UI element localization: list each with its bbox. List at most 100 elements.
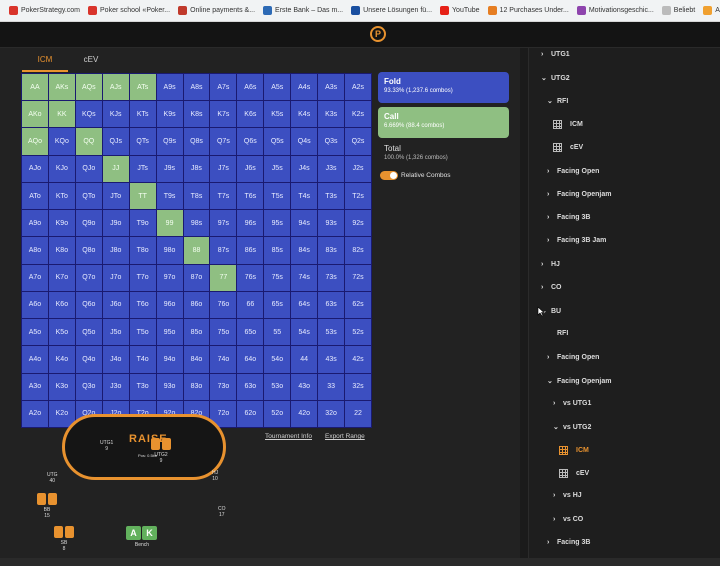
hand-cell[interactable]: Q2s (345, 128, 371, 155)
hand-cell[interactable]: 33 (318, 373, 345, 400)
hand-cell[interactable]: 75s (264, 264, 291, 291)
hand-cell[interactable]: 74s (291, 264, 318, 291)
bookmark-item[interactable]: Amazon.de: Günstig... (700, 2, 720, 20)
hand-cell[interactable]: A6o (22, 291, 48, 319)
hand-cell[interactable]: 62o (237, 400, 264, 427)
hand-cell[interactable]: A7o (22, 264, 48, 291)
hand-cell[interactable]: 73s (318, 264, 345, 291)
hand-cell[interactable]: ATo (22, 182, 48, 210)
hand-cell[interactable]: 74o (210, 346, 237, 373)
chevron-down-icon[interactable]: ⌄ (547, 97, 557, 105)
hand-cell[interactable]: J4o (102, 346, 129, 373)
chevron-right-icon[interactable]: › (547, 354, 557, 361)
hand-cell[interactable]: AA (22, 74, 48, 101)
hand-cell[interactable]: K7s (210, 101, 237, 128)
chevron-right-icon[interactable]: › (541, 284, 551, 291)
hand-cell[interactable]: 62s (345, 291, 371, 319)
hand-cell[interactable]: 99 (156, 210, 183, 237)
hand-cell[interactable]: T7s (210, 182, 237, 210)
hand-cell[interactable]: T5o (129, 319, 156, 346)
hand-cell[interactable]: 94o (156, 346, 183, 373)
hand-cell[interactable]: KQs (75, 101, 102, 128)
tree-item-icm[interactable]: ICM (559, 446, 589, 455)
hand-cell[interactable]: Q7o (75, 264, 102, 291)
tree-item-rfi[interactable]: ⌄ RFI (547, 97, 568, 106)
hand-cell[interactable]: Q6s (237, 128, 264, 155)
chevron-right-icon[interactable]: › (547, 237, 557, 244)
bookmark-item[interactable]: Online payments &... (175, 2, 260, 20)
hand-cell[interactable]: 82s (345, 237, 371, 264)
hand-cell[interactable]: 87o (183, 264, 210, 291)
hand-cell[interactable]: J4s (291, 155, 318, 182)
hand-cell[interactable]: AKs (48, 74, 75, 101)
hand-cell[interactable]: K7o (48, 264, 75, 291)
hand-cell[interactable]: 72s (345, 264, 371, 291)
hand-cell[interactable]: 85o (183, 319, 210, 346)
hand-cell[interactable]: KJo (48, 155, 75, 182)
hand-cell[interactable]: T8o (129, 237, 156, 264)
hand-cell[interactable]: T5s (264, 182, 291, 210)
tree-item-rfi[interactable]: RFI (547, 330, 568, 337)
hand-cell[interactable]: K3s (318, 101, 345, 128)
hand-cell[interactable]: 66 (237, 291, 264, 319)
hand-cell[interactable]: K3o (48, 373, 75, 400)
hand-cell[interactable]: Q9o (75, 210, 102, 237)
tree-item-utg1[interactable]: › UTG1 (541, 51, 570, 58)
hand-cell[interactable]: 87s (210, 237, 237, 264)
hand-cell[interactable]: 96o (156, 291, 183, 319)
hand-cell[interactable]: Q5o (75, 319, 102, 346)
hand-cell[interactable]: AJo (22, 155, 48, 182)
hand-cell[interactable]: A8s (183, 74, 210, 101)
hand-cell[interactable]: 85s (264, 237, 291, 264)
hand-cell[interactable]: 32s (345, 373, 371, 400)
tree-item-facing-openjam[interactable]: › Facing Openjam (547, 191, 611, 198)
hand-cell[interactable]: 97s (210, 210, 237, 237)
hand-cell[interactable]: T9s (156, 182, 183, 210)
hand-cell[interactable]: 95o (156, 319, 183, 346)
hand-cell[interactable]: J3o (102, 373, 129, 400)
tree-item-facing-open[interactable]: › Facing Open (547, 168, 599, 175)
bookmark-item[interactable]: 12 Purchases Under... (485, 2, 574, 20)
hand-cell[interactable]: T7o (129, 264, 156, 291)
hand-cell[interactable]: 53o (264, 373, 291, 400)
hand-cell[interactable]: J6o (102, 291, 129, 319)
hand-cell[interactable]: 43s (318, 346, 345, 373)
hand-cell[interactable]: A5s (264, 74, 291, 101)
bookmark-item[interactable]: Motivationsgeschic... (574, 2, 659, 20)
hand-cell[interactable]: JJ (102, 155, 129, 182)
hand-cell[interactable]: 77 (210, 264, 237, 291)
tree-item-hj[interactable]: › HJ (541, 261, 560, 268)
hand-cell[interactable]: J9o (102, 210, 129, 237)
hand-cell[interactable]: 95s (264, 210, 291, 237)
tree-item-facing-open[interactable]: › Facing Open (547, 354, 599, 361)
hand-cell[interactable]: 63o (237, 373, 264, 400)
hand-cell[interactable]: Q4o (75, 346, 102, 373)
hand-cell[interactable]: A3o (22, 373, 48, 400)
hand-cell[interactable]: JTs (129, 155, 156, 182)
tree-item-cev[interactable]: cEV (553, 143, 583, 152)
hand-cell[interactable]: K9o (48, 210, 75, 237)
hand-cell[interactable]: A3s (318, 74, 345, 101)
hand-cell[interactable]: K6o (48, 291, 75, 319)
hand-cell[interactable]: K4s (291, 101, 318, 128)
hand-cell[interactable]: T6s (237, 182, 264, 210)
tree-item-vs-co[interactable]: › vs CO (553, 516, 583, 523)
hand-cell[interactable]: 94s (291, 210, 318, 237)
bookmark-item[interactable]: Beliebt (659, 2, 700, 20)
hand-cell[interactable]: T9o (129, 210, 156, 237)
hand-cell[interactable]: QTs (129, 128, 156, 155)
hand-cell[interactable]: 32o (318, 400, 345, 427)
bookmark-item[interactable]: Poker school «Poker... (85, 2, 175, 20)
hand-cell[interactable]: QJs (102, 128, 129, 155)
chevron-right-icon[interactable]: › (541, 51, 551, 58)
hand-cell[interactable]: K8s (183, 101, 210, 128)
tree-item-vs-utg1[interactable]: › vs UTG1 (553, 400, 591, 407)
hand-cell[interactable]: J7o (102, 264, 129, 291)
hand-cell[interactable]: 43o (291, 373, 318, 400)
hand-cell[interactable]: A9s (156, 74, 183, 101)
hand-cell[interactable]: 88 (183, 237, 210, 264)
hand-cell[interactable]: 52s (345, 319, 371, 346)
hand-cell[interactable]: A5o (22, 319, 48, 346)
hand-cell[interactable]: 65s (264, 291, 291, 319)
hand-cell[interactable]: J9s (156, 155, 183, 182)
